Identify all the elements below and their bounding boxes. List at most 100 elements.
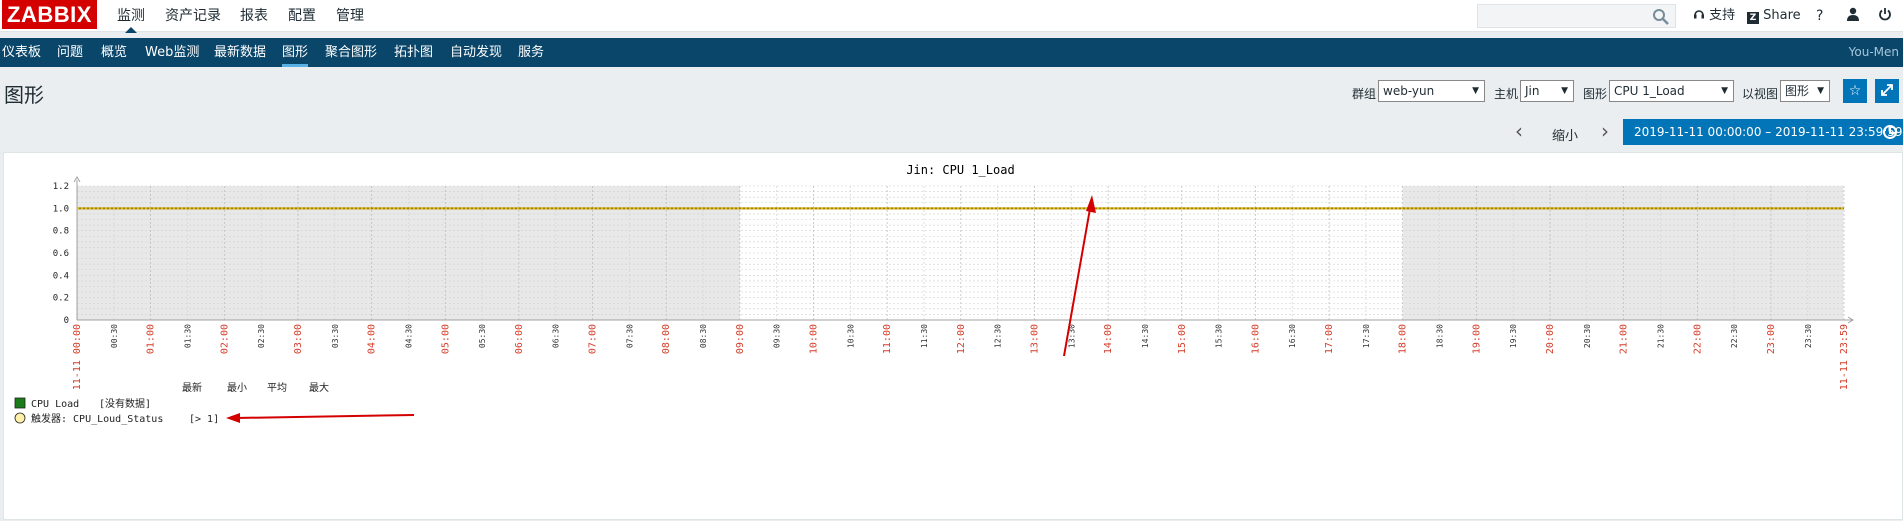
- x-tick-label: 16:00: [1250, 324, 1261, 354]
- x-tick-label: 01:00: [146, 324, 157, 354]
- host-select[interactable]: Jin ▼: [1520, 80, 1574, 102]
- power-icon: [1879, 8, 1891, 21]
- user-profile-button[interactable]: [1846, 0, 1860, 32]
- x-tick-label: 11-11 00:00: [72, 324, 83, 390]
- x-tick-label: 09:00: [735, 324, 746, 354]
- x-tick-label: 20:00: [1545, 324, 1556, 354]
- y-tick-label: 0.2: [53, 294, 69, 304]
- x-tick-label: 21:00: [1619, 324, 1630, 354]
- username-label: You-Men: [1848, 45, 1899, 59]
- top-menu-inventory[interactable]: 资产记录: [165, 0, 221, 32]
- clock-icon: [1883, 125, 1897, 139]
- nav-screens[interactable]: 聚合图形: [325, 38, 377, 67]
- x-tick-label: 06:00: [514, 324, 525, 354]
- host-label: 主机: [1494, 87, 1519, 101]
- time-range-button[interactable]: 2019-11-11 00:00:00 – 2019-11-11 23:59:5…: [1623, 119, 1903, 145]
- nav-maps[interactable]: 拓扑图: [394, 38, 433, 67]
- x-tick-label: 11:30: [920, 324, 929, 348]
- x-tick-label: 11:00: [882, 324, 893, 354]
- x-tick-label: 18:00: [1398, 324, 1409, 354]
- time-navigation: ‹ 缩小 › 2019-11-11 00:00:00 – 2019-11-11 …: [0, 115, 1903, 149]
- legend-series-swatch: [14, 397, 26, 409]
- x-tick-label: 15:30: [1215, 324, 1224, 348]
- x-tick-label: 07:00: [588, 324, 599, 354]
- active-caret: [125, 27, 137, 33]
- share-icon: Z: [1747, 12, 1759, 24]
- nav-web-monitoring[interactable]: Web监测: [145, 38, 199, 67]
- top-menu-administration[interactable]: 管理: [336, 0, 364, 32]
- x-tick-label: 19:30: [1509, 324, 1518, 348]
- help-button[interactable]: ?: [1816, 0, 1823, 32]
- x-tick-label: 05:00: [440, 324, 451, 354]
- previous-period-icon[interactable]: ‹: [1515, 119, 1523, 143]
- share-link[interactable]: Z Share: [1747, 0, 1801, 32]
- x-tick-label: 04:00: [367, 324, 378, 354]
- legend-trigger-swatch: [14, 412, 26, 424]
- add-to-favorites-button[interactable]: ☆: [1843, 79, 1867, 103]
- fullscreen-icon: [1881, 84, 1893, 96]
- graph-canvas[interactable]: Jin: CPU 1_Load 0 0.2 0.4 0.6 0.8 1.0 1.2 11-11 …: [4, 153, 1903, 521]
- nav-latest-data[interactable]: 最新数据: [214, 38, 266, 67]
- graph-select[interactable]: CPU 1_Load ▼: [1609, 80, 1734, 102]
- star-icon: ☆: [1848, 83, 1862, 99]
- x-tick-label: 17:30: [1362, 324, 1371, 348]
- search-input[interactable]: [1477, 4, 1676, 28]
- x-tick-label: 02:00: [219, 324, 230, 354]
- view-as-label: 以视图: [1742, 87, 1779, 101]
- x-tick-label: 08:30: [699, 324, 708, 348]
- x-tick-label: 12:30: [994, 324, 1003, 348]
- nav-overview[interactable]: 概览: [101, 38, 127, 67]
- x-tick-label: 18:30: [1436, 324, 1445, 348]
- legend-trigger-label: 触发器: CPU_Loud_Status: [31, 412, 163, 425]
- legend-header-2: 平均: [267, 382, 287, 394]
- annotation-arrow-head-2: [226, 413, 240, 423]
- top-bar: ZABBIX 监测 资产记录 报表 配置 管理 支持 Z Share ?: [0, 0, 1903, 33]
- top-menu-configuration[interactable]: 配置: [288, 0, 316, 32]
- x-tick-label: 07:30: [625, 324, 634, 348]
- fullscreen-button[interactable]: [1875, 79, 1899, 103]
- sign-out-button[interactable]: [1878, 0, 1892, 32]
- search-icon[interactable]: [1652, 8, 1670, 26]
- legend-series-status: [没有数据]: [99, 397, 151, 410]
- dropdown-arrow-icon: ▼: [1721, 86, 1728, 96]
- nav-services[interactable]: 服务: [518, 38, 544, 67]
- x-tick-label: 10:00: [809, 324, 820, 354]
- nav-discovery[interactable]: 自动发现: [450, 38, 502, 67]
- top-menu-reports[interactable]: 报表: [240, 0, 268, 32]
- x-tick-label: 21:30: [1656, 324, 1665, 348]
- graph-title: Jin: CPU 1_Load: [906, 163, 1014, 177]
- top-menu-monitoring[interactable]: 监测: [117, 0, 145, 33]
- x-tick-label: 14:00: [1103, 324, 1114, 354]
- legend-trigger-condition: [> 1]: [189, 414, 219, 425]
- x-tick-label: 19:00: [1471, 324, 1482, 354]
- x-tick-label: 15:00: [1177, 324, 1188, 354]
- y-tick-label: 0.4: [53, 271, 69, 281]
- nav-problems[interactable]: 问题: [57, 38, 83, 67]
- dropdown-arrow-icon: ▼: [1561, 86, 1568, 96]
- legend-header-3: 最大: [309, 381, 329, 394]
- x-tick-label: 12:00: [956, 324, 967, 354]
- graph-panel: Jin: CPU 1_Load 0 0.2 0.4 0.6 0.8 1.0 1.2 11-11 …: [3, 152, 1903, 520]
- next-period-icon[interactable]: ›: [1601, 119, 1609, 143]
- zabbix-logo[interactable]: ZABBIX: [2, 0, 97, 29]
- x-tick-label: 04:30: [404, 324, 413, 348]
- x-tick-label: 08:00: [661, 324, 672, 354]
- x-tick-label: 09:30: [773, 324, 782, 348]
- x-tick-label: 22:00: [1692, 324, 1703, 354]
- headset-icon: [1694, 10, 1704, 19]
- x-tick-label: 16:30: [1288, 324, 1297, 348]
- dropdown-arrow-icon: ▼: [1472, 86, 1479, 96]
- nav-dashboard[interactable]: 仪表板: [2, 38, 41, 67]
- group-select[interactable]: web-yun ▼: [1378, 80, 1485, 102]
- x-tick-label: 10:30: [846, 324, 855, 348]
- zoom-out-button[interactable]: 缩小: [1552, 125, 1578, 144]
- nav-graphs[interactable]: 图形: [282, 38, 309, 67]
- x-tick-label: 06:30: [552, 324, 561, 348]
- y-tick-label: 1.0: [53, 204, 69, 214]
- x-tick-label: 17:00: [1324, 324, 1335, 354]
- support-link[interactable]: 支持: [1693, 0, 1735, 32]
- view-as-select[interactable]: 图形 ▼: [1780, 80, 1830, 102]
- legend-header-1: 最小: [227, 382, 247, 394]
- x-tick-label: 03:30: [331, 324, 340, 348]
- group-label: 群组: [1352, 87, 1377, 101]
